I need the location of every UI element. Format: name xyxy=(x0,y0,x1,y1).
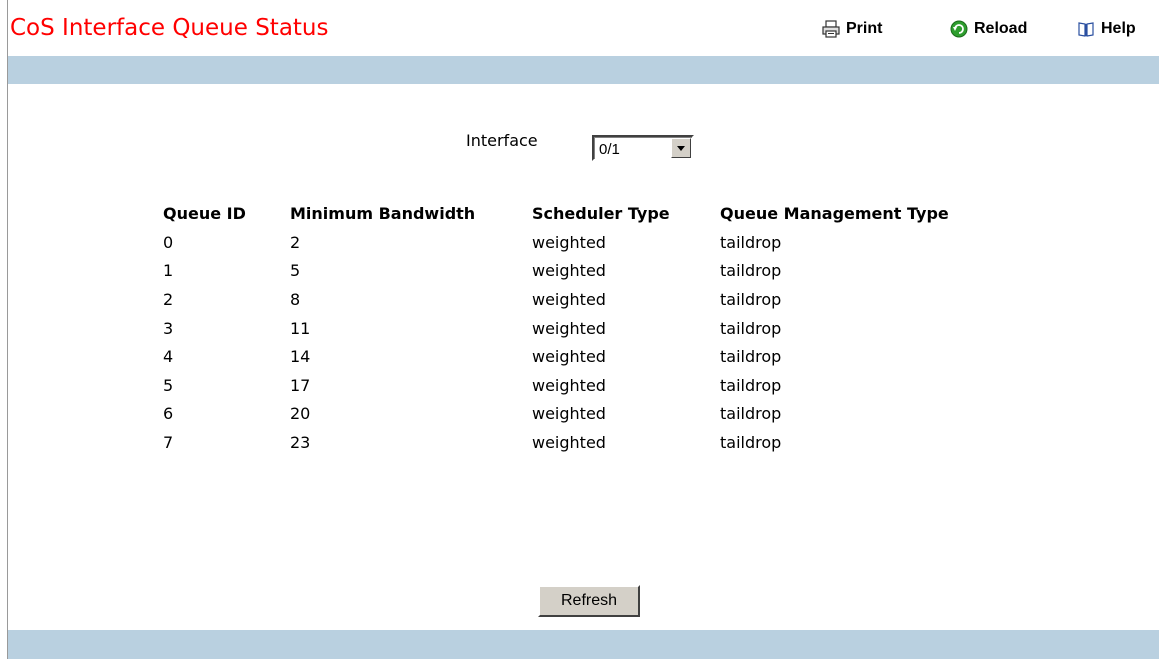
reload-button[interactable]: Reload xyxy=(950,18,1027,40)
cell-queue-management-type: taildrop xyxy=(720,261,782,281)
cell-scheduler-type: weighted xyxy=(532,289,606,309)
column-header-queue-id: Queue ID xyxy=(163,203,246,223)
cell-scheduler-type: weighted xyxy=(532,318,606,338)
cell-queue-id: 7 xyxy=(163,432,174,452)
cell-queue-management-type: taildrop xyxy=(720,347,782,367)
cell-minimum-bandwidth: 11 xyxy=(290,318,311,338)
table-row: 3 11 weighted taildrop xyxy=(157,314,986,343)
cell-queue-id: 0 xyxy=(163,232,174,252)
cell-queue-management-type: taildrop xyxy=(720,404,782,424)
table-row: 5 17 weighted taildrop xyxy=(157,371,986,400)
header-band xyxy=(8,56,1159,84)
table-row: 1 5 weighted taildrop xyxy=(157,257,986,286)
page-title: CoS Interface Queue Status xyxy=(10,15,329,41)
cell-scheduler-type: weighted xyxy=(532,404,606,424)
cell-scheduler-type: weighted xyxy=(532,261,606,281)
reload-icon xyxy=(950,20,968,38)
cell-minimum-bandwidth: 23 xyxy=(290,432,311,452)
cell-queue-management-type: taildrop xyxy=(720,375,782,395)
help-button[interactable]: Help xyxy=(1077,18,1136,40)
cell-queue-id: 6 xyxy=(163,404,174,424)
cell-queue-management-type: taildrop xyxy=(720,432,782,452)
table-row: 4 14 weighted taildrop xyxy=(157,342,986,371)
cell-scheduler-type: weighted xyxy=(532,375,606,395)
cell-queue-id: 2 xyxy=(163,289,174,309)
column-header-queue-management-type: Queue Management Type xyxy=(720,203,949,223)
cell-minimum-bandwidth: 14 xyxy=(290,347,311,367)
print-label: Print xyxy=(846,20,883,37)
cell-queue-id: 5 xyxy=(163,375,174,395)
column-header-minimum-bandwidth: Minimum Bandwidth xyxy=(290,203,476,223)
column-header-scheduler-type: Scheduler Type xyxy=(532,203,670,223)
cell-minimum-bandwidth: 5 xyxy=(290,261,301,281)
reload-label: Reload xyxy=(974,20,1028,37)
help-book-icon xyxy=(1077,20,1095,38)
help-label: Help xyxy=(1101,20,1136,37)
cell-queue-management-type: taildrop xyxy=(720,318,782,338)
cell-scheduler-type: weighted xyxy=(532,232,606,252)
refresh-button[interactable]: Refresh xyxy=(538,585,640,617)
cell-scheduler-type: weighted xyxy=(532,432,606,452)
footer-band xyxy=(8,630,1159,659)
chevron-down-icon[interactable] xyxy=(671,138,691,158)
printer-icon xyxy=(822,20,840,38)
print-button[interactable]: Print xyxy=(822,18,882,40)
interface-select-value: 0/1 xyxy=(599,141,620,158)
interface-select[interactable]: 0/1 xyxy=(592,135,694,161)
cell-minimum-bandwidth: 17 xyxy=(290,375,311,395)
cell-minimum-bandwidth: 20 xyxy=(290,404,311,424)
table-header-row: Queue ID Minimum Bandwidth Scheduler Typ… xyxy=(157,198,986,228)
interface-label: Interface xyxy=(466,131,538,150)
table-row: 0 2 weighted taildrop xyxy=(157,228,986,257)
table-row: 2 8 weighted taildrop xyxy=(157,285,986,314)
cell-minimum-bandwidth: 2 xyxy=(290,232,301,252)
cell-queue-management-type: taildrop xyxy=(720,232,782,252)
queue-status-table: Queue ID Minimum Bandwidth Scheduler Typ… xyxy=(157,198,986,457)
cell-queue-id: 1 xyxy=(163,261,174,281)
table-row: 6 20 weighted taildrop xyxy=(157,400,986,429)
cell-queue-id: 4 xyxy=(163,347,174,367)
table-row: 7 23 weighted taildrop xyxy=(157,428,986,457)
cell-minimum-bandwidth: 8 xyxy=(290,289,301,309)
cell-queue-id: 3 xyxy=(163,318,174,338)
cell-queue-management-type: taildrop xyxy=(720,289,782,309)
cell-scheduler-type: weighted xyxy=(532,347,606,367)
